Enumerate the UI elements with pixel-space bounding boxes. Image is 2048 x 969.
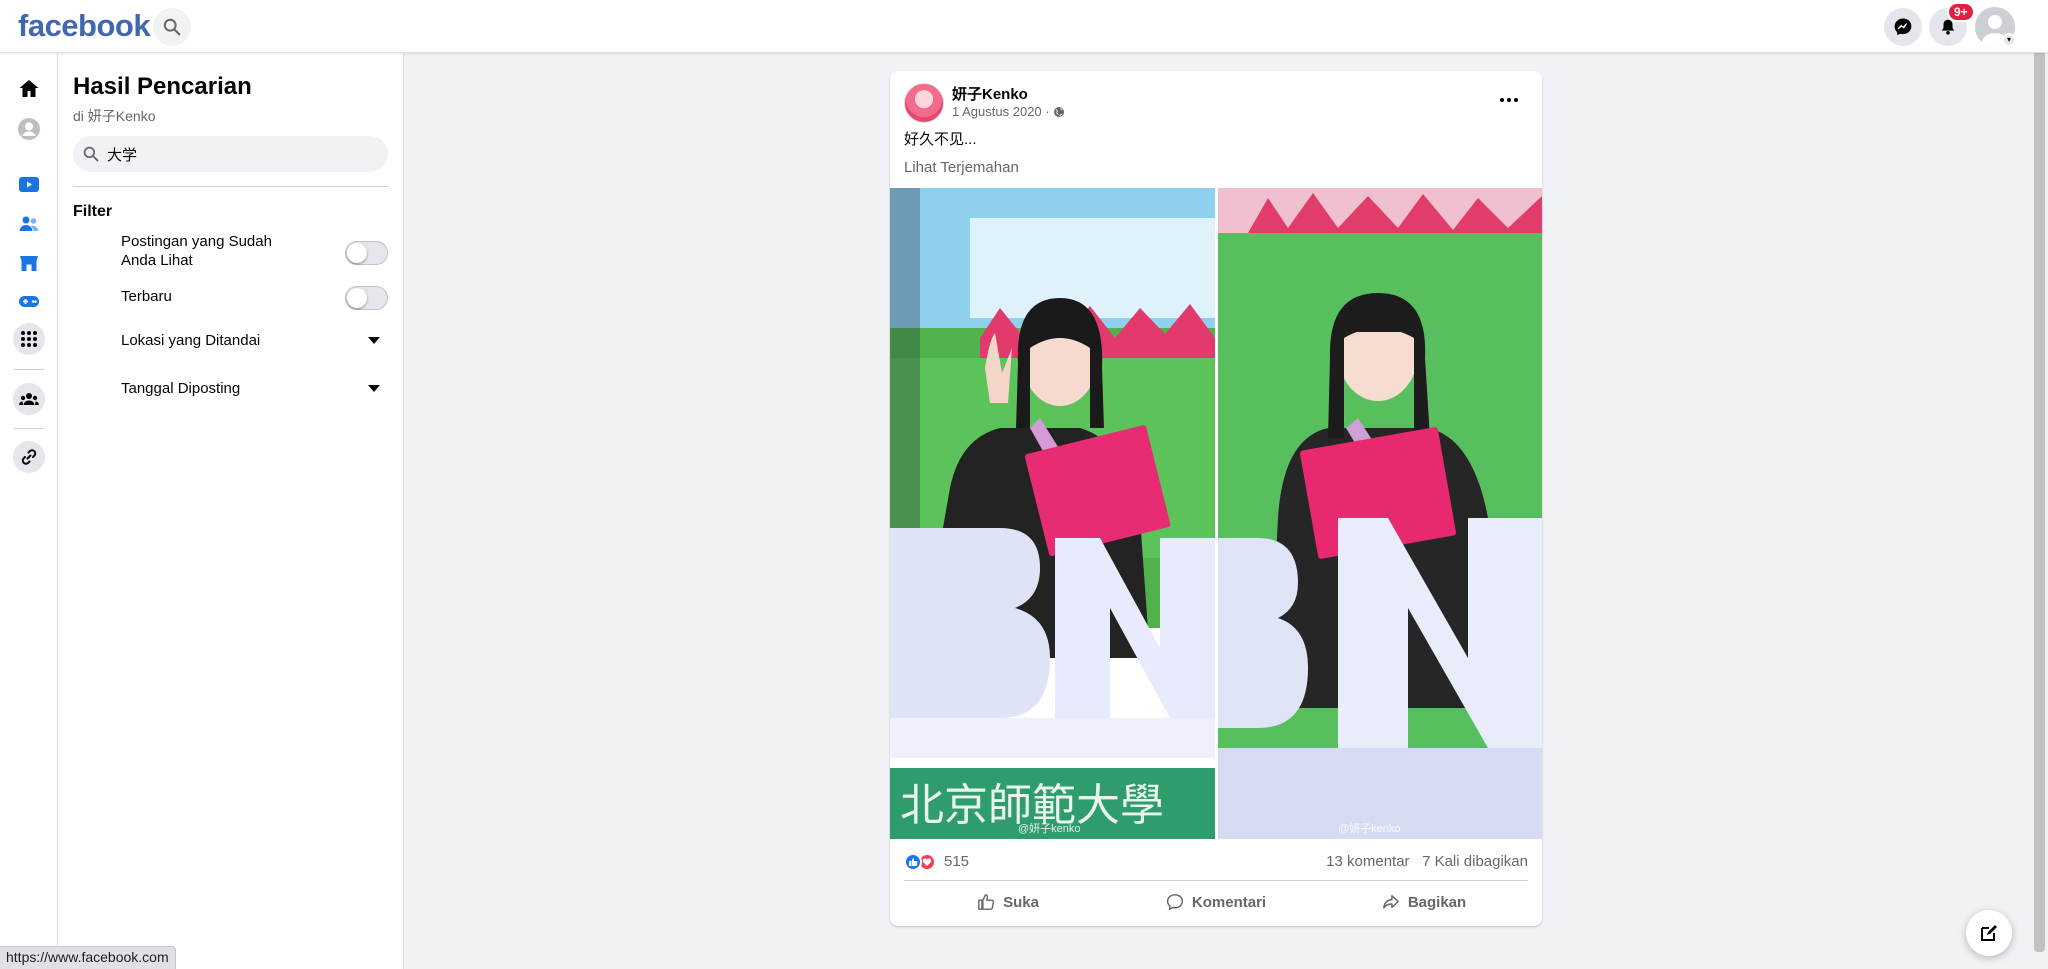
filter-heading: Filter	[73, 203, 113, 220]
caret-down-icon[interactable]	[368, 385, 380, 392]
globe-icon	[1053, 106, 1064, 117]
home-icon[interactable]	[13, 73, 45, 105]
caret-down-icon[interactable]	[368, 337, 380, 344]
post-meta: 1 Agustus 2020 ·	[952, 104, 1065, 119]
post-card: 妍子Kenko 1 Agustus 2020 · 好久不见... Lihat T…	[890, 71, 1542, 926]
thumbs-up-icon	[978, 894, 995, 910]
share-button[interactable]: Bagikan	[1320, 884, 1528, 920]
post-author[interactable]: 妍子Kenko	[952, 83, 1028, 104]
notification-badge: 9+	[1947, 2, 1975, 22]
like-button[interactable]: Suka	[904, 884, 1112, 920]
toggle-knob	[347, 288, 367, 308]
search-icon	[163, 18, 181, 36]
more-options-button[interactable]	[1492, 85, 1526, 115]
groups-icon[interactable]	[13, 383, 45, 415]
notifications-button[interactable]: 9+	[1929, 2, 1975, 46]
filter-date-posted-dropdown[interactable]: Tanggal Diposting	[121, 379, 391, 398]
menu-grid-icon[interactable]	[13, 323, 45, 355]
compose-icon	[1981, 925, 1997, 941]
watch-video-icon[interactable]	[13, 169, 45, 201]
post-photo-2[interactable]: @妍子kenko	[1218, 188, 1542, 839]
post-text: 好久不见...	[904, 131, 977, 148]
reaction-count[interactable]: 515	[944, 853, 969, 870]
more-icon	[1500, 98, 1518, 102]
search-icon	[83, 146, 99, 162]
action-divider	[904, 880, 1528, 881]
comment-share-counts: 13 komentar 7 Kali dibagikan	[1326, 853, 1528, 870]
messenger-icon	[1894, 18, 1912, 36]
post-actions: Suka Komentari Bagikan	[904, 884, 1528, 920]
filter-date-posted-label: Tanggal Diposting	[121, 380, 241, 397]
search-scope: di 妍子Kenko	[73, 108, 156, 124]
marketplace-icon[interactable]	[13, 247, 45, 279]
rail-divider	[14, 369, 44, 370]
facebook-logo[interactable]: facebook	[18, 8, 151, 44]
share-label: Bagikan	[1407, 893, 1467, 911]
profile-icon[interactable]	[13, 113, 45, 145]
friends-icon[interactable]	[13, 208, 45, 240]
share-count[interactable]: 7 Kali dibagikan	[1422, 853, 1528, 870]
filter-tagged-location-label: Lokasi yang Ditandai	[121, 332, 261, 349]
messenger-button[interactable]	[1884, 8, 1922, 46]
post-date[interactable]: 1 Agustus 2020 ·	[952, 104, 1050, 119]
comment-label: Komentari	[1191, 893, 1267, 911]
author-avatar[interactable]	[904, 83, 944, 123]
rail-divider	[14, 428, 44, 429]
comment-count[interactable]: 13 komentar	[1326, 853, 1409, 870]
see-translation-link[interactable]: Lihat Terjemahan	[904, 159, 1019, 176]
panel-divider	[73, 186, 388, 187]
filter-recent-label: Terbaru	[121, 288, 172, 305]
photo-watermark: @妍子kenko	[1338, 823, 1401, 835]
chevron-down-icon[interactable]: ▾	[2002, 33, 2016, 47]
comment-icon	[1166, 894, 1184, 911]
filter-tagged-location-dropdown[interactable]: Lokasi yang Ditandai	[121, 331, 391, 350]
left-icon-rail	[0, 53, 58, 969]
search-results-panel: Hasil Pencarian di 妍子Kenko Filter Postin…	[58, 53, 404, 969]
gaming-icon[interactable]	[13, 285, 45, 317]
post-photo-1[interactable]: 北京師範大學 @妍子kenko	[890, 188, 1215, 839]
top-navigation-bar: facebook 9+ ▾	[0, 0, 2048, 53]
like-label: Suka	[1003, 893, 1039, 911]
comment-button[interactable]: Komentari	[1112, 884, 1320, 920]
status-url: https://www.facebook.com	[0, 946, 176, 969]
search-button[interactable]	[153, 8, 191, 46]
filter-seen-posts-toggle[interactable]	[345, 241, 388, 265]
like-reaction-icon	[904, 853, 922, 871]
post-stats: 515 13 komentar 7 Kali dibagikan	[904, 849, 1528, 877]
reaction-icons[interactable]	[904, 853, 940, 873]
scrollbar-thumb[interactable]	[2034, 17, 2045, 952]
search-input[interactable]	[107, 145, 377, 163]
search-box[interactable]	[73, 136, 388, 172]
filter-seen-posts-label: Postingan yang Sudah Anda Lihat	[121, 233, 272, 269]
filter-recent-toggle[interactable]	[345, 286, 388, 310]
link-icon[interactable]	[13, 441, 45, 473]
new-message-button[interactable]	[1966, 910, 2012, 956]
toggle-knob	[347, 243, 367, 263]
photo-watermark: @妍子kenko	[1018, 823, 1081, 835]
share-icon	[1382, 894, 1399, 909]
page-title: Hasil Pencarian	[73, 73, 252, 100]
